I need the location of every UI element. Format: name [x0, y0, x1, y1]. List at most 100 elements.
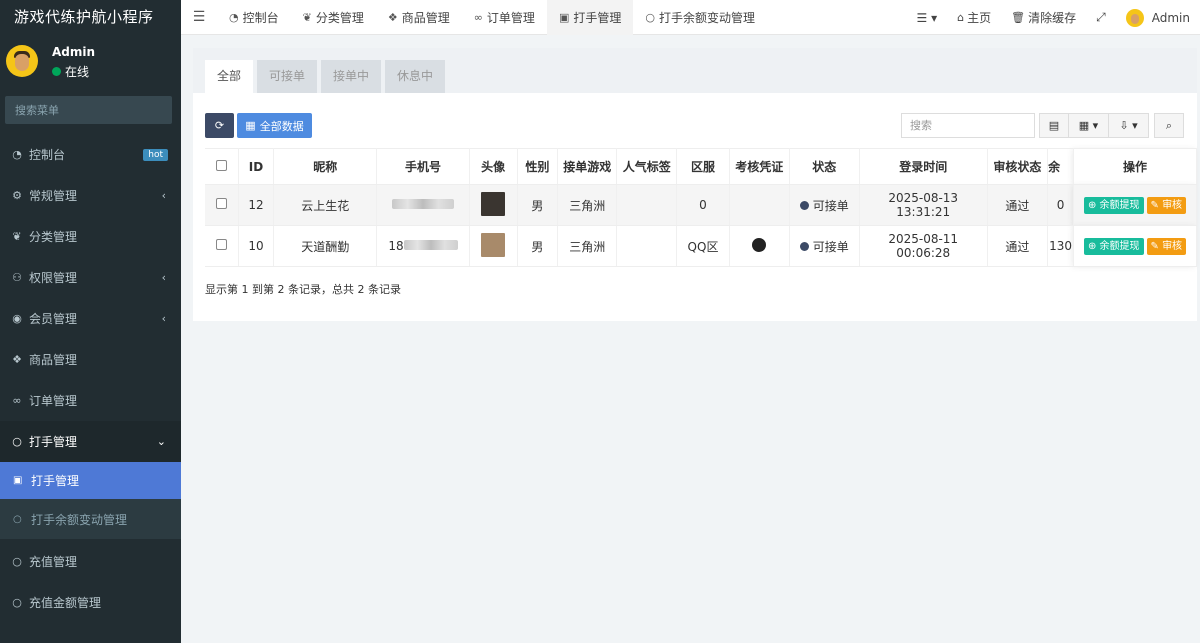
user-name: Admin	[52, 45, 96, 59]
credential-thumbnail[interactable]	[752, 237, 767, 252]
col-header[interactable]: ID	[238, 148, 275, 185]
sidebar-subitem-player-manage[interactable]: ▣ 打手管理	[0, 462, 181, 499]
row-checkbox-cell[interactable]	[205, 184, 239, 226]
chevron-left-icon: ‹	[161, 189, 166, 202]
home-label: 主页	[967, 11, 992, 25]
tab-category[interactable]: ❦ 分类管理	[291, 0, 376, 35]
status-label: 可接单	[812, 239, 849, 254]
export-button[interactable]: ⇩ ▾	[1109, 113, 1149, 138]
cell-gender: 男	[517, 184, 558, 226]
leaf-icon: ❦	[302, 10, 312, 24]
export-icon: ⇩ ▾	[1119, 119, 1138, 132]
multi-tab-button[interactable]: ☰ ▾	[907, 11, 948, 25]
cell-phone	[376, 184, 470, 226]
checkbox[interactable]	[215, 159, 227, 171]
tab-balance-change[interactable]: ○ 打手余额变动管理	[633, 0, 767, 35]
refresh-button[interactable]: ⟳	[205, 113, 234, 138]
list-icon: ☰ ▾	[916, 10, 938, 25]
col-header: 昵称	[273, 148, 378, 185]
tab-player[interactable]: ▣ 打手管理	[546, 0, 634, 35]
tab-order[interactable]: ∞ 订单管理	[462, 0, 547, 35]
col-header: 操作	[1073, 148, 1197, 185]
checkbox[interactable]	[215, 198, 227, 209]
home-link[interactable]: ⌂ 主页	[947, 9, 1001, 26]
sidebar-item-general[interactable]: ⚙ 常规管理 ‹	[0, 175, 181, 216]
tab-dashboard[interactable]: ◔ 控制台	[217, 0, 291, 35]
sidebar-item-label: 分类管理	[29, 230, 78, 244]
withdraw-label: 余额提现	[1099, 199, 1140, 211]
tab-label: 打手管理	[573, 10, 622, 25]
sidebar-item-recharge[interactable]: ○ 充值管理	[0, 541, 181, 582]
avatar-thumbnail[interactable]	[481, 232, 506, 257]
table-row[interactable]: 12 云上生花 男 三角洲 0 可接单 2025-08-13 13:31:21 …	[205, 184, 1197, 226]
pagination-summary: 显示第 1 到第 2 条记录，总共 2 条记录	[205, 283, 401, 296]
all-data-button[interactable]: ▦ 全部数据	[237, 113, 312, 138]
sidebar-item-order[interactable]: ∞ 订单管理	[0, 380, 181, 421]
filter-tab-available[interactable]: 可接单	[257, 60, 318, 93]
sidebar-search-input[interactable]	[5, 96, 172, 124]
sidebar-item-member[interactable]: ◉ 会员管理 ‹	[0, 298, 181, 339]
sidebar-item-goods[interactable]: ❖ 商品管理	[0, 339, 181, 380]
filter-tab-all[interactable]: 全部	[205, 60, 254, 93]
cell-review-status[interactable]: 通过	[987, 184, 1049, 226]
sidebar-item-category[interactable]: ❦ 分类管理	[0, 216, 181, 257]
circle-icon: ○	[12, 596, 22, 609]
review-label: 审核	[1162, 240, 1183, 252]
sidebar-item-label: 打手管理	[29, 435, 78, 449]
review-button[interactable]: ✎ 审核	[1146, 196, 1187, 214]
sidebar-subitem-balance-change[interactable]: ○ 打手余额变动管理	[0, 499, 181, 539]
cell-status: 可接单	[789, 184, 860, 226]
review-button[interactable]: ✎ 审核	[1146, 237, 1187, 255]
columns-button[interactable]: ▦ ▾	[1069, 113, 1109, 138]
withdraw-button[interactable]: ⊕ 余额提现	[1083, 237, 1144, 255]
sidebar-item-permission[interactable]: ⚇ 权限管理 ‹	[0, 257, 181, 298]
sidebar-item-label: 常规管理	[29, 189, 78, 203]
sidebar-item-label: 权限管理	[29, 271, 78, 285]
search-button[interactable]: ⌕	[1154, 113, 1184, 138]
fullscreen-icon: ⤢	[1096, 10, 1106, 24]
home-icon: ⌂	[957, 11, 965, 24]
sidebar-item-player[interactable]: ○ 打手管理 ⌄	[0, 421, 181, 462]
circle-icon: ○	[645, 10, 655, 24]
search-input[interactable]	[901, 113, 1035, 138]
cell-credential[interactable]	[729, 225, 790, 267]
sidebar-item-dashboard[interactable]: ◔ 控制台 hot	[0, 134, 181, 175]
online-dot-icon	[52, 67, 61, 76]
sidebar-item-recharge-amount[interactable]: ○ 充值金额管理	[0, 582, 181, 623]
row-checkbox-cell[interactable]	[205, 225, 239, 267]
checkbox[interactable]	[215, 239, 227, 250]
cell-game: 三角洲	[557, 184, 618, 226]
cell-actions: ⊕ 余额提现 ✎ 审核	[1073, 225, 1197, 267]
app-title[interactable]: 游戏代练护航小程序	[0, 0, 181, 35]
filter-tab-taking[interactable]: 接单中	[321, 60, 382, 93]
user-status: 在线	[52, 63, 89, 80]
id-badge-icon: ▣	[13, 475, 23, 486]
cell-avatar[interactable]	[469, 225, 518, 267]
cell-server: 0	[676, 184, 730, 226]
toggle-view-button[interactable]: ▤	[1039, 113, 1069, 138]
tab-goods[interactable]: ❖ 商品管理	[376, 0, 462, 35]
cell-tag	[616, 184, 678, 226]
admin-menu[interactable]: Admin	[1116, 8, 1200, 27]
menu-toggle-icon[interactable]: ☰	[181, 9, 217, 25]
review-label: 审核	[1162, 199, 1183, 211]
fullscreen-button[interactable]: ⤢	[1086, 10, 1116, 25]
chevron-down-icon: ⌄	[156, 435, 166, 448]
col-header: 考核凭证	[729, 148, 790, 185]
col-header: 登录时间	[859, 148, 988, 185]
cell-avatar[interactable]	[469, 184, 518, 226]
cell-login-time: 2025-08-13 13:31:21	[859, 184, 988, 226]
col-header: 区服	[676, 148, 730, 185]
filter-tab-resting[interactable]: 休息中	[385, 60, 446, 93]
clear-cache-button[interactable]: 🗑 清除缓存	[1001, 9, 1086, 26]
cell-review-status[interactable]: 通过	[987, 225, 1049, 267]
avatar-thumbnail[interactable]	[481, 191, 506, 216]
select-all-checkbox[interactable]	[205, 148, 239, 185]
refresh-icon: ⟳	[214, 119, 225, 132]
all-data-label: 全部数据	[259, 119, 304, 133]
table-row[interactable]: 10 天道酬勤 18 男 三角洲 QQ区 可接单 2025-08-11 00:0…	[205, 225, 1197, 267]
cell-login-time: 2025-08-11 00:06:28	[859, 225, 988, 267]
cell-gender: 男	[517, 225, 558, 267]
sidebar-search[interactable]	[5, 96, 172, 124]
withdraw-button[interactable]: ⊕ 余额提现	[1083, 196, 1144, 214]
